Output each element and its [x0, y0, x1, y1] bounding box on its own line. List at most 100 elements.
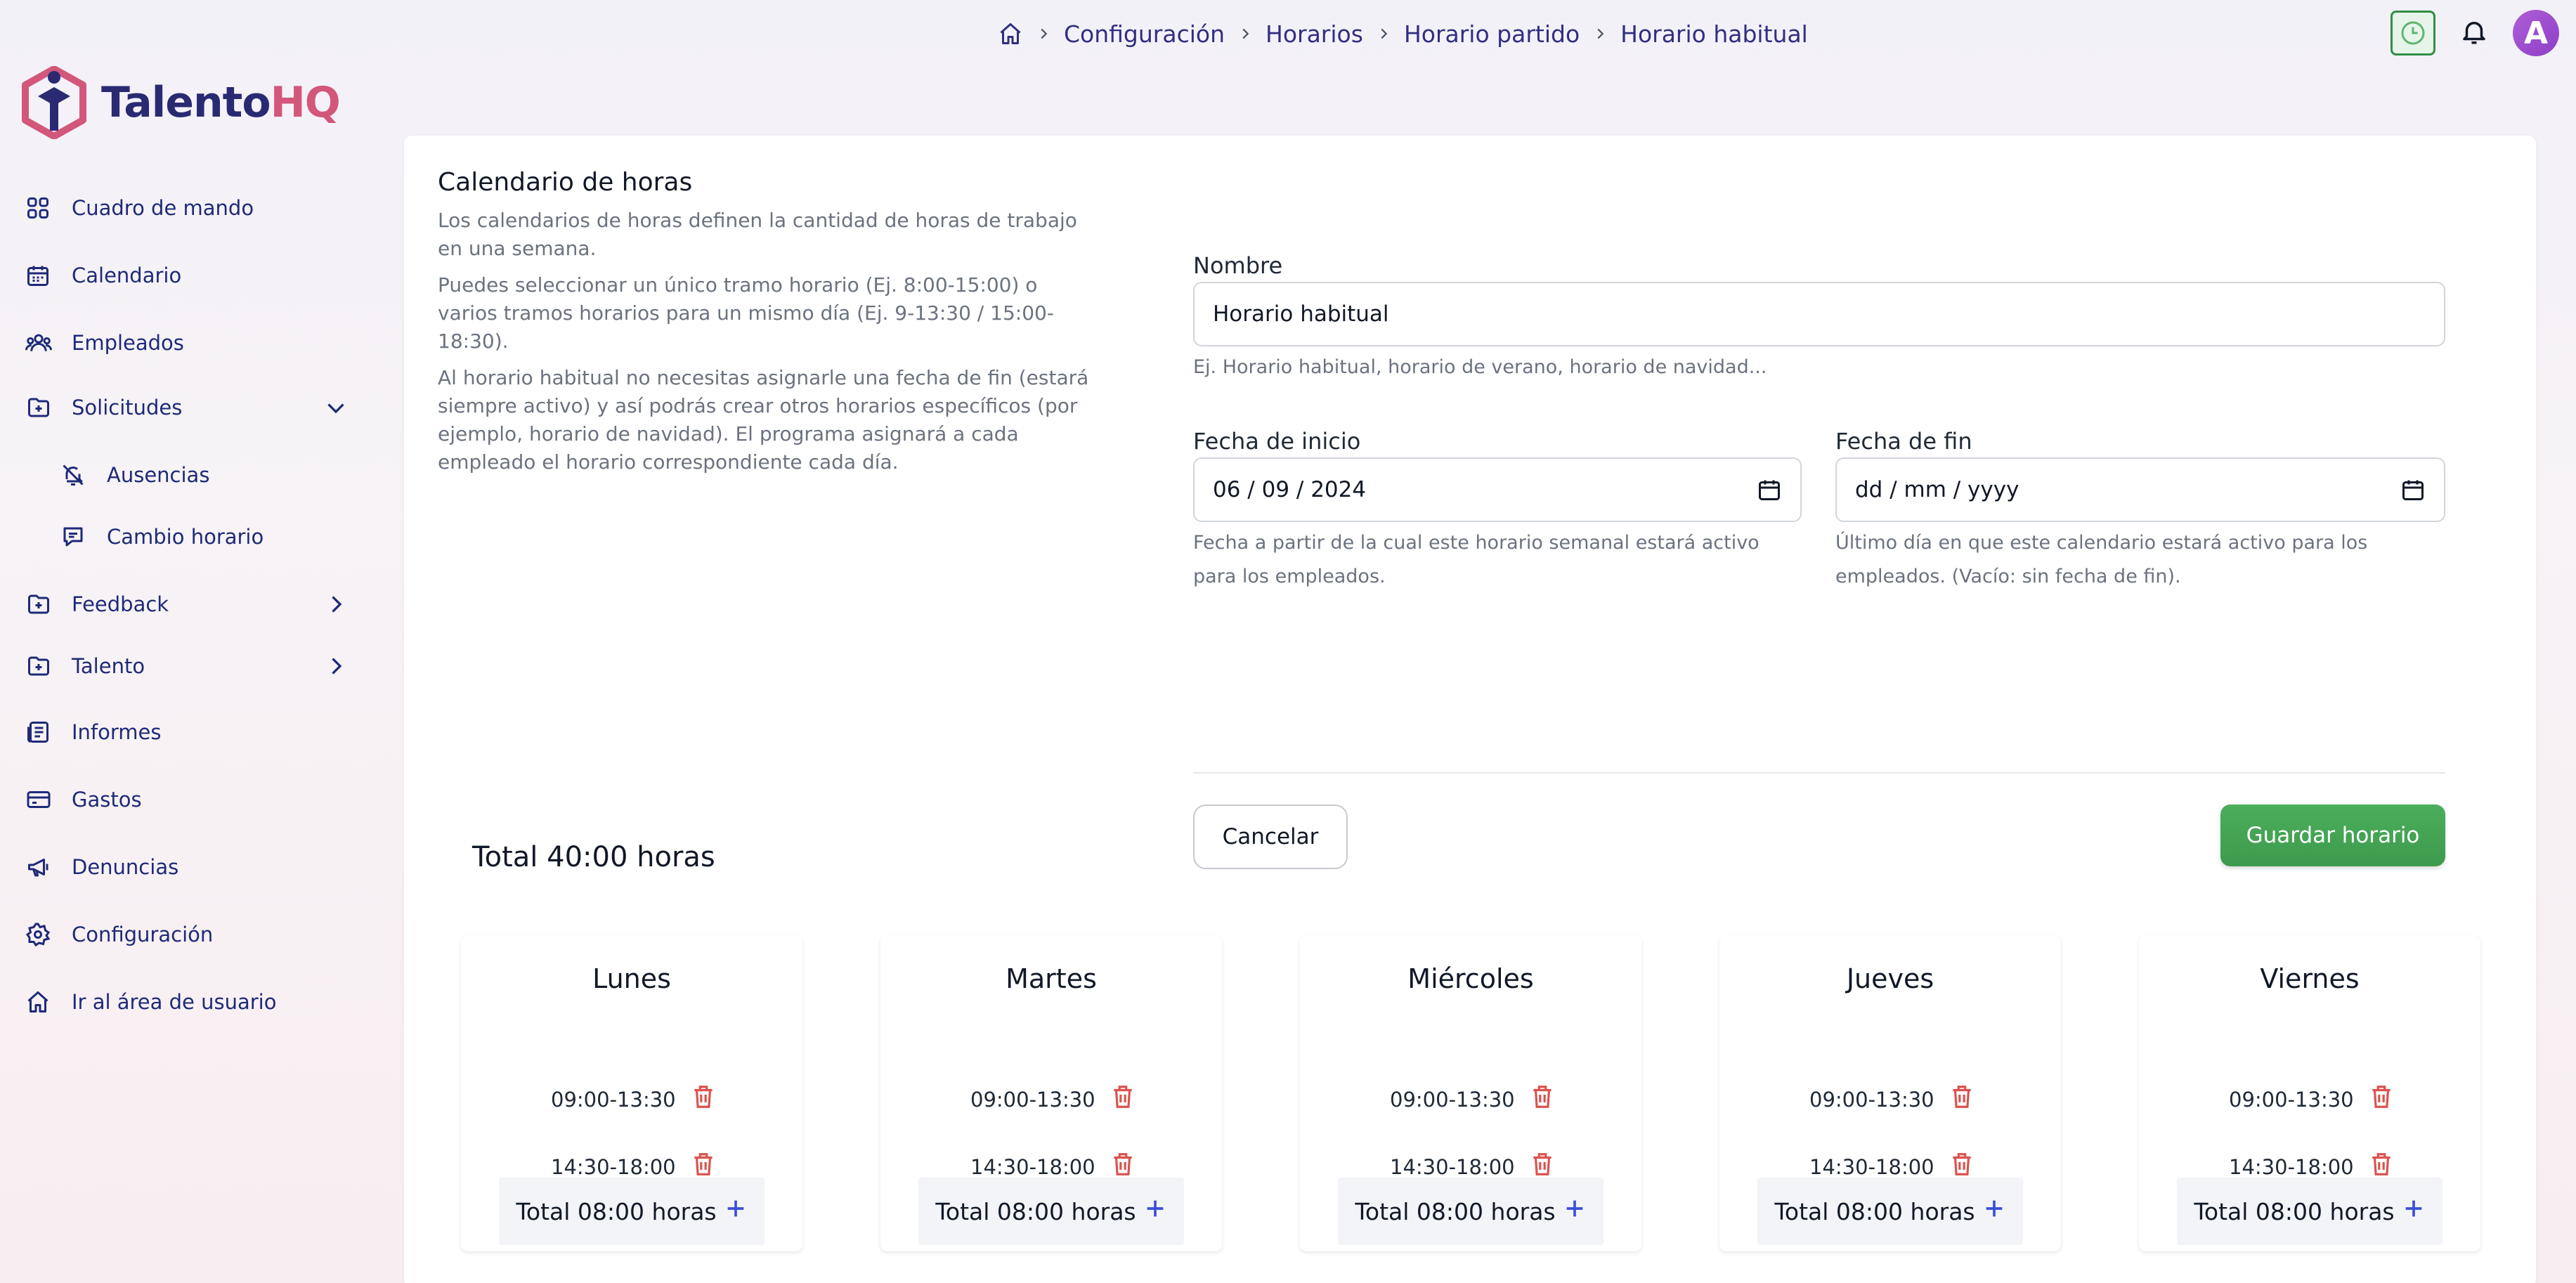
day-card-viernes: Viernes 09:00-13:30 14:30-18:00 Total 08… — [2139, 935, 2480, 1251]
save-schedule-button[interactable]: Guardar horario — [2220, 805, 2445, 866]
sidebar-item-cambio-horario[interactable]: Cambio horario — [60, 516, 377, 558]
avatar[interactable]: A — [2513, 10, 2559, 56]
trash-icon[interactable] — [1110, 1083, 1136, 1116]
logo[interactable]: TalentoHQ — [21, 66, 341, 139]
sidebar-item-label: Talento — [72, 654, 145, 678]
sidebar-item-gastos[interactable]: Gastos — [25, 779, 341, 821]
plus-icon[interactable] — [2402, 1197, 2426, 1226]
end-date-input[interactable]: dd / mm / yyyy — [1835, 457, 2445, 522]
sidebar-item-label: Calendario — [72, 263, 182, 287]
bell-off-icon — [60, 460, 91, 490]
plus-icon[interactable] — [1982, 1197, 2006, 1226]
sidebar-item-talento[interactable]: Talento — [25, 645, 342, 687]
calendar-icon[interactable] — [2400, 477, 2426, 508]
trash-icon[interactable] — [1529, 1083, 1556, 1116]
sidebar-item-feedback[interactable]: Feedback — [25, 583, 342, 625]
day-total-text: Total 08:00 horas — [2194, 1197, 2395, 1225]
name-label: Nombre — [1193, 252, 1283, 279]
report-icon — [25, 717, 56, 748]
time-slot-text: 09:00-13:30 — [1809, 1087, 1934, 1112]
plus-icon[interactable] — [724, 1197, 748, 1226]
time-slot: 09:00-13:30 — [551, 1083, 717, 1116]
time-slot: 09:00-13:30 — [1809, 1083, 1975, 1116]
sidebar-item-label: Cambio horario — [107, 525, 264, 549]
sidebar: TalentoHQ Cuadro de mando Calendario Emp… — [0, 0, 404, 1283]
day-card-jueves: Jueves 09:00-13:30 14:30-18:00 Total 08:… — [1719, 935, 2061, 1251]
sidebar-item-empleados[interactable]: Empleados — [25, 322, 341, 364]
home-icon — [25, 986, 56, 1017]
sidebar-item-label: Ir al área de usuario — [72, 990, 277, 1014]
intro-paragraph-2: Puedes seleccionar un único tramo horari… — [438, 273, 1054, 353]
day-total: Total 08:00 horas — [918, 1178, 1184, 1245]
section-title: Calendario de horas — [438, 168, 693, 197]
time-slot-text: 14:30-18:00 — [2229, 1154, 2354, 1179]
trash-icon[interactable] — [1949, 1083, 1975, 1116]
breadcrumb-horario-partido[interactable]: Horario partido — [1404, 20, 1580, 48]
day-card-miercoles: Miércoles 09:00-13:30 14:30-18:00 Total … — [1300, 935, 1641, 1251]
day-total: Total 08:00 horas — [1338, 1178, 1604, 1245]
breadcrumb-configuracion[interactable]: Configuración — [1064, 20, 1225, 48]
folder-plus-icon — [25, 392, 56, 423]
sidebar-item-ausencias[interactable]: Ausencias — [60, 454, 377, 496]
sidebar-item-solicitudes[interactable]: Solicitudes — [25, 386, 344, 429]
form-divider — [1193, 772, 2445, 774]
sidebar-item-denuncias[interactable]: Denuncias — [25, 846, 341, 888]
day-total-text: Total 08:00 horas — [935, 1197, 1136, 1225]
sidebar-item-label: Ausencias — [107, 463, 210, 487]
sidebar-item-informes[interactable]: Informes — [25, 711, 341, 753]
plus-icon[interactable] — [1563, 1197, 1587, 1226]
start-date-input[interactable]: 06 / 09 / 2024 — [1193, 457, 1802, 522]
time-slot-text: 09:00-13:30 — [970, 1087, 1095, 1112]
end-date-label: Fecha de fin — [1835, 428, 1972, 455]
day-total: Total 08:00 horas — [1757, 1178, 2023, 1245]
folder-plus-icon — [25, 589, 56, 620]
chevron-right-icon — [1376, 26, 1391, 41]
chevron-right-icon — [1237, 26, 1253, 41]
schedule-card: Calendario de horas Los calendarios de h… — [404, 136, 2536, 1283]
time-slot-text: 14:30-18:00 — [1809, 1154, 1934, 1179]
sidebar-item-label: Gastos — [72, 788, 142, 812]
home-icon[interactable] — [998, 21, 1023, 46]
intro-paragraph-1: Los calendarios de horas definen la cant… — [438, 209, 1077, 260]
sidebar-item-area-usuario[interactable]: Ir al área de usuario — [25, 981, 341, 1023]
day-card-martes: Martes 09:00-13:30 14:30-18:00 Total 08:… — [880, 935, 1222, 1251]
sidebar-item-label: Denuncias — [72, 855, 179, 879]
bell-icon[interactable] — [2459, 17, 2489, 49]
sidebar-item-label: Informes — [72, 720, 162, 744]
time-slot-text: 14:30-18:00 — [1390, 1154, 1515, 1179]
cancel-button[interactable]: Cancelar — [1193, 805, 1348, 869]
chevron-right-icon — [1036, 26, 1051, 41]
chevron-right-icon[interactable] — [323, 592, 349, 622]
day-name: Jueves — [1846, 963, 1934, 994]
start-date-hint: Fecha a partir de la cual este horario s… — [1193, 532, 1759, 587]
start-date-label: Fecha de inicio — [1193, 428, 1361, 455]
trash-icon[interactable] — [690, 1083, 717, 1116]
sidebar-item-label: Feedback — [72, 592, 169, 616]
time-slot: 09:00-13:30 — [970, 1083, 1136, 1116]
name-input[interactable]: Horario habitual — [1193, 282, 2445, 346]
grid-icon — [25, 193, 56, 223]
sidebar-item-label: Cuadro de mando — [72, 196, 254, 220]
breadcrumb: Configuración Horarios Horario partido H… — [998, 17, 1808, 51]
breadcrumb-horarios[interactable]: Horarios — [1266, 20, 1363, 48]
chevron-right-icon — [1592, 26, 1608, 41]
day-total-text: Total 08:00 horas — [1774, 1197, 1975, 1225]
calendar-icon[interactable] — [1757, 477, 1782, 508]
sidebar-item-calendario[interactable]: Calendario — [25, 254, 341, 297]
sidebar-item-label: Solicitudes — [72, 396, 183, 419]
end-date-placeholder: dd / mm / yyyy — [1855, 477, 2019, 502]
chevron-right-icon[interactable] — [323, 653, 349, 684]
folder-plus-icon — [25, 651, 56, 682]
time-slot-text: 09:00-13:30 — [551, 1087, 676, 1112]
clock-button[interactable] — [2390, 11, 2435, 56]
trash-icon[interactable] — [2368, 1083, 2395, 1116]
plus-icon[interactable] — [1143, 1197, 1167, 1226]
sidebar-item-configuracion[interactable]: Configuración — [25, 913, 341, 956]
chevron-down-icon[interactable] — [323, 395, 349, 425]
day-total-text: Total 08:00 horas — [516, 1197, 717, 1225]
sidebar-item-cuadro-de-mando[interactable]: Cuadro de mando — [25, 187, 341, 229]
day-name: Martes — [1006, 963, 1097, 994]
time-slot-text: 09:00-13:30 — [1390, 1087, 1515, 1112]
card-icon — [25, 784, 56, 815]
time-slot-text: 14:30-18:00 — [970, 1154, 1095, 1179]
